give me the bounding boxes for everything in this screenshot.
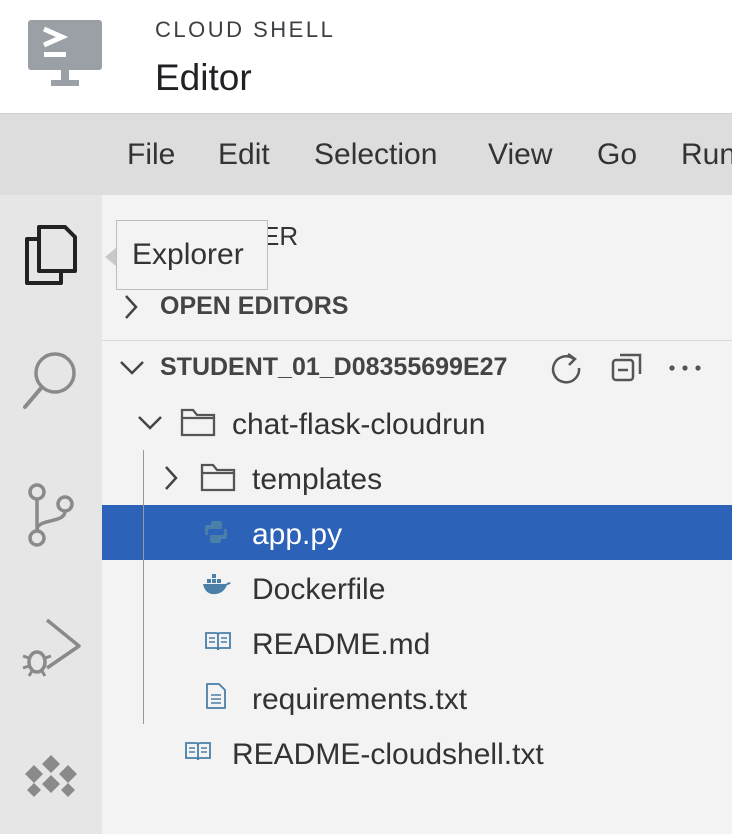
activity-source-control[interactable] [0,475,102,555]
menu-run[interactable]: Run [681,138,732,172]
tree-item-label: chat-flask-cloudrun [232,408,486,441]
chevron-right-icon [165,466,178,490]
menu-go[interactable]: Go [597,138,637,172]
docker-icon [203,574,231,595]
menu-view[interactable]: View [488,138,552,172]
activity-cloud-code[interactable] [0,735,102,815]
tree-item-label: Dockerfile [252,573,386,606]
cloud-code-icon [25,755,77,797]
menu-bar: File Edit Selection View Go Run [0,113,732,195]
menu-file[interactable]: File [127,138,175,172]
book-icon [185,742,211,761]
section-divider [102,340,732,341]
tree-item-label: requirements.txt [252,683,468,716]
chevron-down-icon [120,361,144,375]
tree-item-label: README.md [252,628,431,661]
tree-item-file-selected[interactable]: app.py [102,505,732,560]
tree-indent-guide [143,450,144,724]
activity-run-debug[interactable] [0,607,102,687]
search-icon [23,352,76,409]
product-label: CLOUD SHELL [155,17,336,42]
python-icon [205,521,227,543]
explorer-tooltip: Explorer [116,220,268,290]
tree-item-file[interactable]: requirements.txt [102,670,732,725]
menu-edit[interactable]: Edit [218,138,270,172]
tooltip-text: Explorer [132,238,244,271]
collapse-all-icon[interactable] [611,352,643,384]
tree-item-file[interactable]: Dockerfile [102,560,732,615]
menu-selection[interactable]: Selection [314,138,437,172]
book-icon [205,632,231,651]
activity-search[interactable] [0,341,102,421]
folder-icon [200,463,236,492]
tooltip-arrow [105,248,116,266]
run-debug-icon [22,618,81,677]
open-editors-label: OPEN EDITORS [160,292,349,320]
activity-explorer[interactable] [0,215,102,295]
tree-item-file[interactable]: README.md [102,615,732,670]
tree-item-folder[interactable]: templates [102,450,732,505]
page-title: Editor [155,57,252,98]
tree-item-label: app.py [252,518,343,551]
workspace-header[interactable]: STUDENT_01_D08355699E27 [102,340,732,396]
tree-item-label: README-cloudshell.txt [232,738,544,771]
refresh-icon[interactable] [549,351,583,385]
explorer-panel: ER OPEN EDITORS STUDENT_01_D08355699E27 … [102,195,732,834]
tree-item-label: templates [252,463,383,496]
workspace-label: STUDENT_01_D08355699E27 [160,353,508,381]
files-icon [25,225,77,285]
activity-bar [0,195,102,834]
git-branch-icon [28,483,74,547]
text-file-icon [206,683,226,709]
tree-item-folder[interactable]: chat-flask-cloudrun [102,395,732,450]
terminal-monitor-icon [28,20,102,86]
app-header: CLOUD SHELL Editor [0,0,732,113]
folder-icon [180,408,216,437]
more-actions-icon[interactable] [668,364,702,372]
tree-item-file[interactable]: README-cloudshell.txt [102,725,732,780]
chevron-right-icon [125,295,138,319]
chevron-down-icon [138,416,162,430]
